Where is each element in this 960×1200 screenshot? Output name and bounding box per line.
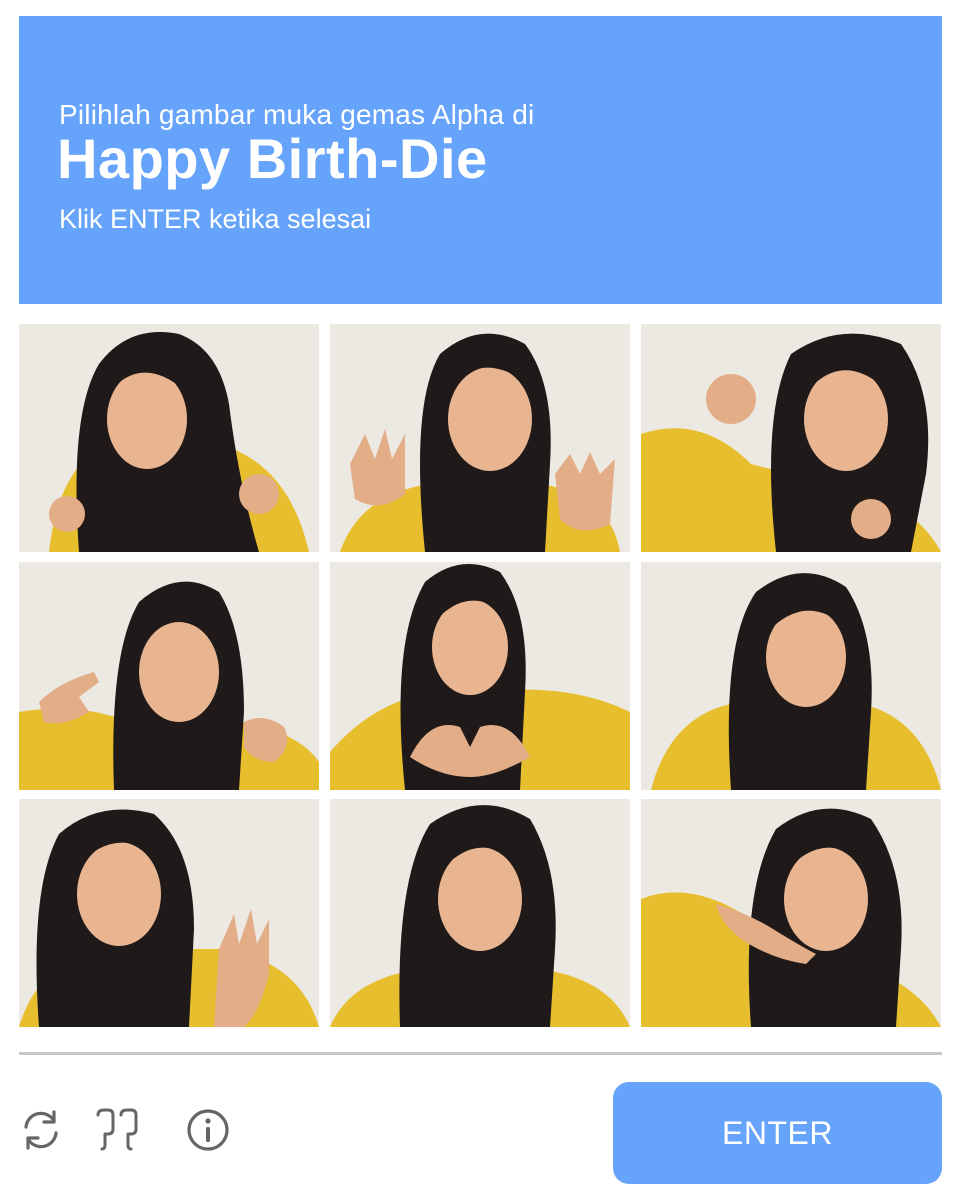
image-tile-2[interactable] <box>330 324 630 552</box>
refresh-icon[interactable] <box>16 1105 66 1155</box>
portrait-photo <box>19 799 319 1027</box>
enter-hint-text: Klik ENTER ketika selesai <box>59 204 372 234</box>
portrait-photo <box>641 561 941 790</box>
enter-button[interactable]: ENTER <box>613 1082 942 1184</box>
audio-icon[interactable] <box>92 1105 142 1155</box>
portrait-photo <box>19 561 319 790</box>
image-grid <box>19 324 942 1027</box>
image-tile-7[interactable] <box>19 799 319 1027</box>
portrait-photo <box>641 799 941 1027</box>
image-tile-8[interactable] <box>330 799 630 1027</box>
portrait-photo <box>641 324 941 552</box>
image-tile-3[interactable] <box>641 324 941 552</box>
footer-divider <box>19 1052 942 1055</box>
info-icon[interactable] <box>183 1105 233 1155</box>
captcha-header: Pilihlah gambar muka gemas Alpha di Happ… <box>19 16 942 304</box>
captcha-title: Happy Birth-Die <box>57 127 488 190</box>
portrait-photo <box>330 799 630 1027</box>
image-tile-6[interactable] <box>641 561 941 790</box>
portrait-photo <box>330 561 630 790</box>
image-tile-4[interactable] <box>19 561 319 790</box>
image-tile-5[interactable] <box>330 561 630 790</box>
portrait-photo <box>19 324 319 552</box>
portrait-photo <box>330 324 630 552</box>
image-tile-1[interactable] <box>19 324 319 552</box>
image-tile-9[interactable] <box>641 799 941 1027</box>
